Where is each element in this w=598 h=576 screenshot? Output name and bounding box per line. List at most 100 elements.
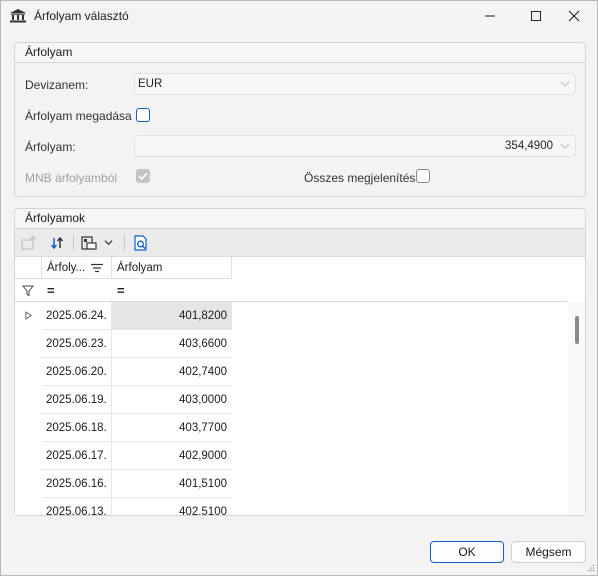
cancel-button[interactable]: Mégsem	[511, 541, 586, 563]
sort-button[interactable]	[47, 232, 67, 253]
minimize-icon	[485, 15, 495, 17]
filter-sort-icon[interactable]	[91, 263, 103, 273]
dialog-window: Árfolyam választó Árfolyam Devizanem: EU…	[0, 0, 598, 576]
rate-cell[interactable]: 401,8200	[112, 302, 232, 330]
export-button[interactable]	[19, 232, 39, 253]
ok-button[interactable]: OK	[430, 541, 504, 563]
layout-button[interactable]	[79, 232, 99, 253]
rate-group: Árfolyam Devizanem: EUR Árfolyam megadás…	[14, 42, 586, 197]
rate-label: Árfolyam:	[25, 140, 76, 154]
row-indicator[interactable]	[15, 442, 42, 470]
filter-icon	[22, 285, 34, 297]
date-cell[interactable]: 2025.06.23.	[42, 330, 112, 358]
title-bar[interactable]: Árfolyam választó	[1, 1, 597, 31]
row-indicator[interactable]	[15, 358, 42, 386]
sort-icon	[50, 236, 64, 249]
row-indicator[interactable]	[15, 414, 42, 442]
rate-cell-text: 403,7700	[179, 422, 227, 434]
mnb-checkbox[interactable]	[136, 169, 150, 183]
rate-cell-text: 402,7400	[179, 366, 227, 378]
bank-icon	[10, 9, 26, 23]
table-row[interactable]: 2025.06.16. 401,5100	[15, 470, 245, 498]
date-cell-text: 2025.06.24.	[46, 310, 107, 322]
rate-cell[interactable]: 402,5100	[112, 498, 232, 515]
date-filter-operator[interactable]: =	[47, 283, 55, 298]
window-title: Árfolyam választó	[34, 9, 129, 23]
rate-cell-text: 402,9000	[179, 450, 227, 462]
rate-spinner[interactable]: 354,4900	[134, 135, 576, 157]
table-row[interactable]: 2025.06.19. 403,0000	[15, 386, 245, 414]
rate-filter-operator[interactable]: =	[117, 283, 125, 298]
table-row[interactable]: 2025.06.24. 401,8200	[15, 302, 245, 330]
date-cell[interactable]: 2025.06.20.	[42, 358, 112, 386]
table-row[interactable]: 2025.06.23. 403,6600	[15, 330, 245, 358]
date-cell-text: 2025.06.19.	[46, 394, 107, 406]
grid-toolbar	[15, 229, 585, 257]
preview-button[interactable]	[131, 232, 151, 253]
date-cell-text: 2025.06.18.	[46, 422, 107, 434]
layout-icon	[81, 235, 97, 250]
chevron-down-icon	[560, 81, 570, 87]
date-cell[interactable]: 2025.06.13.	[42, 498, 112, 515]
date-cell[interactable]: 2025.06.19.	[42, 386, 112, 414]
mnb-label: MNB árfolyamból	[25, 171, 118, 185]
date-cell[interactable]: 2025.06.18.	[42, 414, 112, 442]
row-indicator[interactable]	[15, 386, 42, 414]
row-indicator[interactable]	[15, 302, 42, 330]
rate-value: 354,4900	[505, 140, 553, 152]
rate-column-label: Árfolyam	[117, 262, 163, 274]
currency-combobox[interactable]: EUR	[134, 73, 576, 95]
scrollbar-thumb[interactable]	[575, 316, 579, 344]
manual-rate-checkbox[interactable]	[136, 108, 150, 122]
minimize-button[interactable]	[467, 1, 513, 31]
rate-cell-text: 402,5100	[179, 506, 227, 515]
export-icon	[21, 235, 37, 249]
rate-cell-text: 401,8200	[179, 310, 227, 322]
date-column-label: Árfoly...	[47, 262, 86, 274]
rate-group-header: Árfolyam	[15, 43, 585, 63]
rate-cell[interactable]: 403,0000	[112, 386, 232, 414]
rate-cell-text: 403,0000	[179, 394, 227, 406]
current-row-icon	[25, 311, 32, 320]
currency-label: Devizanem:	[25, 78, 89, 92]
filter-row: = =	[15, 279, 567, 302]
date-cell[interactable]: 2025.06.17.	[42, 442, 112, 470]
date-cell[interactable]: 2025.06.16.	[42, 470, 112, 498]
rate-cell[interactable]: 403,7700	[112, 414, 232, 442]
date-cell-text: 2025.06.20.	[46, 366, 107, 378]
date-cell-text: 2025.06.13.	[46, 506, 107, 515]
vertical-scrollbar[interactable]	[568, 302, 585, 515]
close-button[interactable]	[551, 1, 597, 31]
table-row[interactable]: 2025.06.13. 402,5100	[15, 498, 245, 515]
table-row[interactable]: 2025.06.17. 402,9000	[15, 442, 245, 470]
print-preview-icon	[134, 234, 147, 251]
checkmark-icon	[138, 172, 148, 181]
toolbar-separator	[124, 234, 125, 251]
rate-column-header[interactable]: Árfolyam	[112, 257, 232, 279]
layout-dropdown-button[interactable]	[102, 232, 114, 253]
rate-cell-text: 401,5100	[179, 478, 227, 490]
rates-group-header: Árfolyamok	[15, 209, 585, 229]
table-row[interactable]: 2025.06.18. 403,7700	[15, 414, 245, 442]
date-cell-text: 2025.06.17.	[46, 450, 107, 462]
date-cell-text: 2025.06.16.	[46, 478, 107, 490]
manual-rate-label: Árfolyam megadása	[25, 109, 132, 123]
close-icon	[568, 10, 580, 22]
rate-cell[interactable]: 402,7400	[112, 358, 232, 386]
show-all-checkbox[interactable]	[416, 169, 430, 183]
toolbar-separator	[73, 234, 74, 251]
table-row[interactable]: 2025.06.20. 402,7400	[15, 358, 245, 386]
date-cell[interactable]: 2025.06.24.	[42, 302, 112, 330]
resize-grip-icon[interactable]	[587, 564, 595, 572]
chevron-down-icon	[560, 143, 570, 149]
rate-cell[interactable]: 403,6600	[112, 330, 232, 358]
row-indicator[interactable]	[15, 498, 42, 515]
rate-cell[interactable]: 401,5100	[112, 470, 232, 498]
date-column-header[interactable]: Árfoly...	[42, 257, 112, 279]
rate-cell[interactable]: 402,9000	[112, 442, 232, 470]
date-cell-text: 2025.06.23.	[46, 338, 107, 350]
show-all-label: Összes megjelenítése	[304, 171, 423, 185]
indicator-header	[15, 257, 42, 279]
row-indicator[interactable]	[15, 330, 42, 358]
row-indicator[interactable]	[15, 470, 42, 498]
